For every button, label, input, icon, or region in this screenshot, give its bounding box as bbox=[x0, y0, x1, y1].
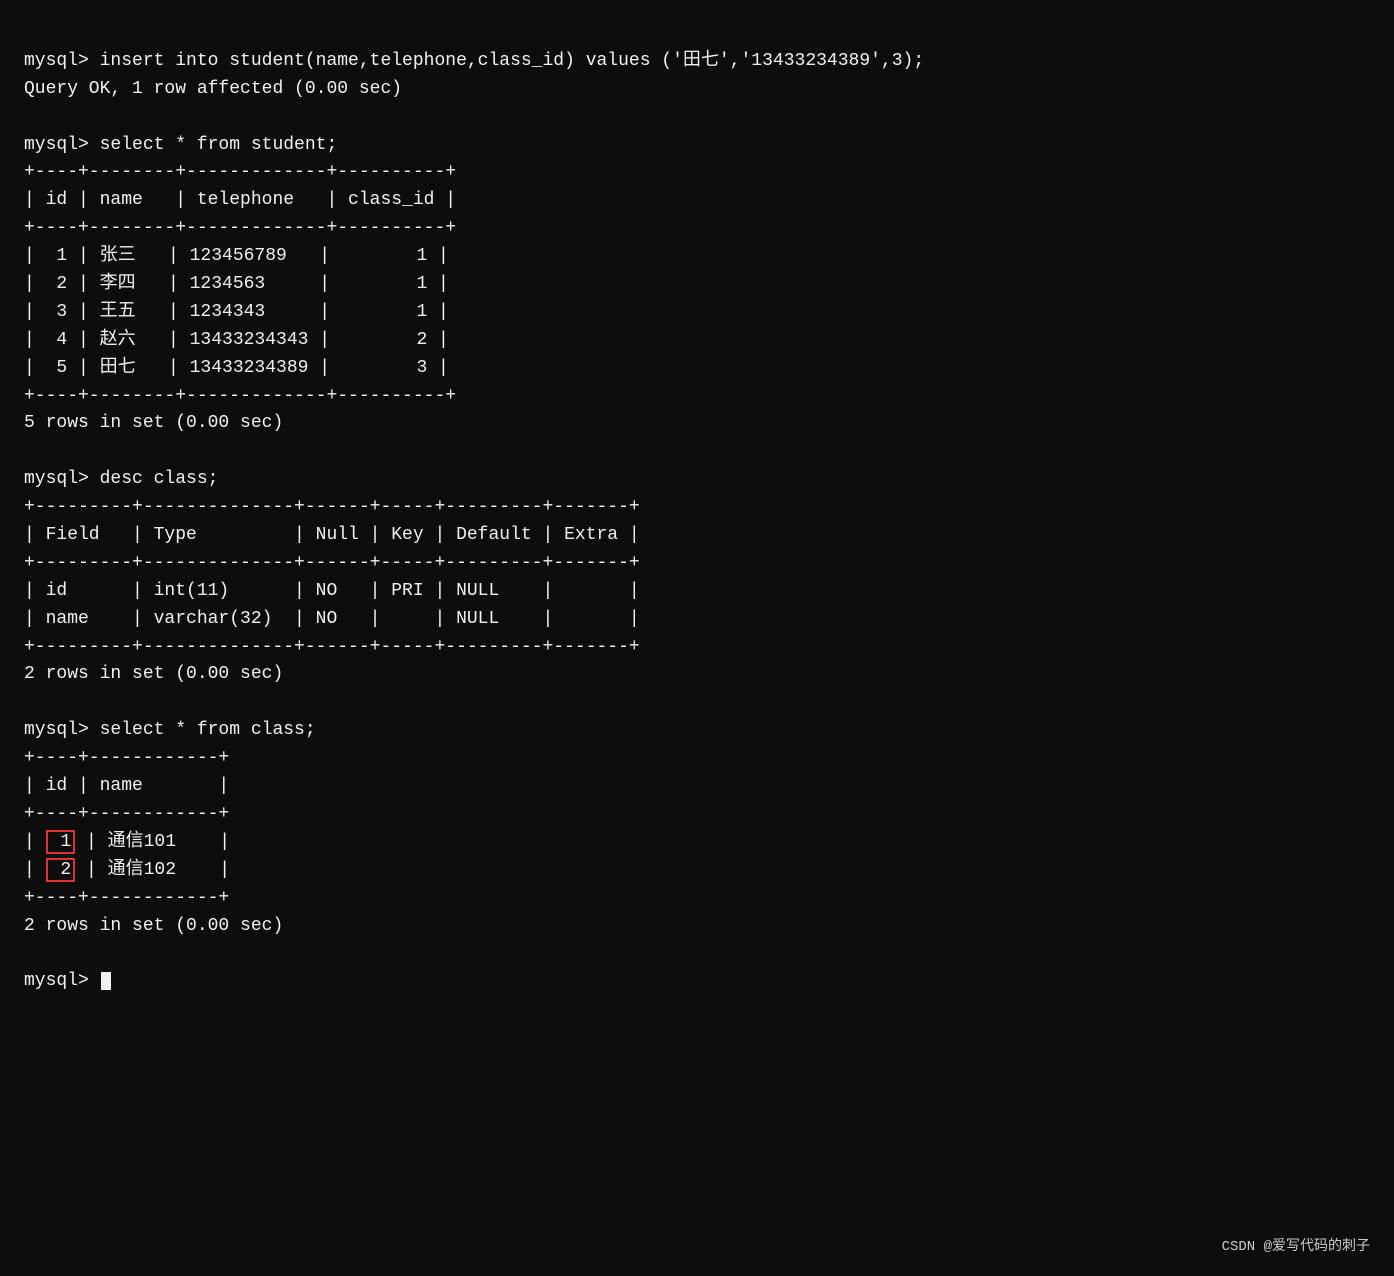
line-border1: +----+--------+-------------+----------+ bbox=[24, 162, 456, 182]
line-class-row1: | 1 | 通信101 | bbox=[24, 830, 230, 854]
line-desc-border3: +---------+--------------+------+-----+-… bbox=[24, 637, 640, 657]
terminal-output: mysql> insert into student(name,telephon… bbox=[24, 20, 1370, 996]
line-border2: +----+--------+-------------+----------+ bbox=[24, 218, 456, 238]
line-row5: | 5 | 田七 | 13433234389 | 3 | bbox=[24, 358, 449, 378]
line-class-border1: +----+------------+ bbox=[24, 748, 229, 768]
line-header: | id | name | telephone | class_id | bbox=[24, 190, 456, 210]
line-row4: | 4 | 赵六 | 13433234343 | 2 | bbox=[24, 330, 449, 350]
line-class-header: | id | name | bbox=[24, 776, 229, 796]
highlight-id-1: 1 bbox=[46, 830, 76, 854]
line-prompt: mysql> bbox=[24, 971, 111, 991]
line-query-ok: Query OK, 1 row affected (0.00 sec) bbox=[24, 79, 402, 99]
line-desc-count: 2 rows in set (0.00 sec) bbox=[24, 664, 283, 684]
line-class-count: 2 rows in set (0.00 sec) bbox=[24, 916, 283, 936]
line-row1: | 1 | 张三 | 123456789 | 1 | bbox=[24, 246, 449, 266]
line-select-class-cmd: mysql> select * from class; bbox=[24, 720, 316, 740]
line-class-border2: +----+------------+ bbox=[24, 804, 229, 824]
line-desc-border1: +---------+--------------+------+-----+-… bbox=[24, 497, 640, 517]
watermark: CSDN @爱写代码的刺子 bbox=[1222, 1237, 1370, 1258]
line-desc-row1: | id | int(11) | NO | PRI | NULL | | bbox=[24, 581, 640, 601]
line-desc-row2: | name | varchar(32) | NO | | NULL | | bbox=[24, 609, 640, 629]
highlight-id-2: 2 bbox=[46, 858, 76, 882]
line-row3: | 3 | 王五 | 1234343 | 1 | bbox=[24, 302, 449, 322]
line-border3: +----+--------+-------------+----------+ bbox=[24, 386, 456, 406]
line-desc-header: | Field | Type | Null | Key | Default | … bbox=[24, 525, 640, 545]
line-row2: | 2 | 李四 | 1234563 | 1 | bbox=[24, 274, 449, 294]
line-desc-border2: +---------+--------------+------+-----+-… bbox=[24, 553, 640, 573]
line-class-border3: +----+------------+ bbox=[24, 888, 229, 908]
line-insert-cmd: mysql> insert into student(name,telephon… bbox=[24, 51, 924, 71]
line-select-student-cmd: mysql> select * from student; bbox=[24, 135, 337, 155]
line-class-row2: | 2 | 通信102 | bbox=[24, 858, 230, 882]
line-student-count: 5 rows in set (0.00 sec) bbox=[24, 413, 283, 433]
cursor-block bbox=[101, 972, 111, 990]
line-desc-cmd: mysql> desc class; bbox=[24, 469, 218, 489]
